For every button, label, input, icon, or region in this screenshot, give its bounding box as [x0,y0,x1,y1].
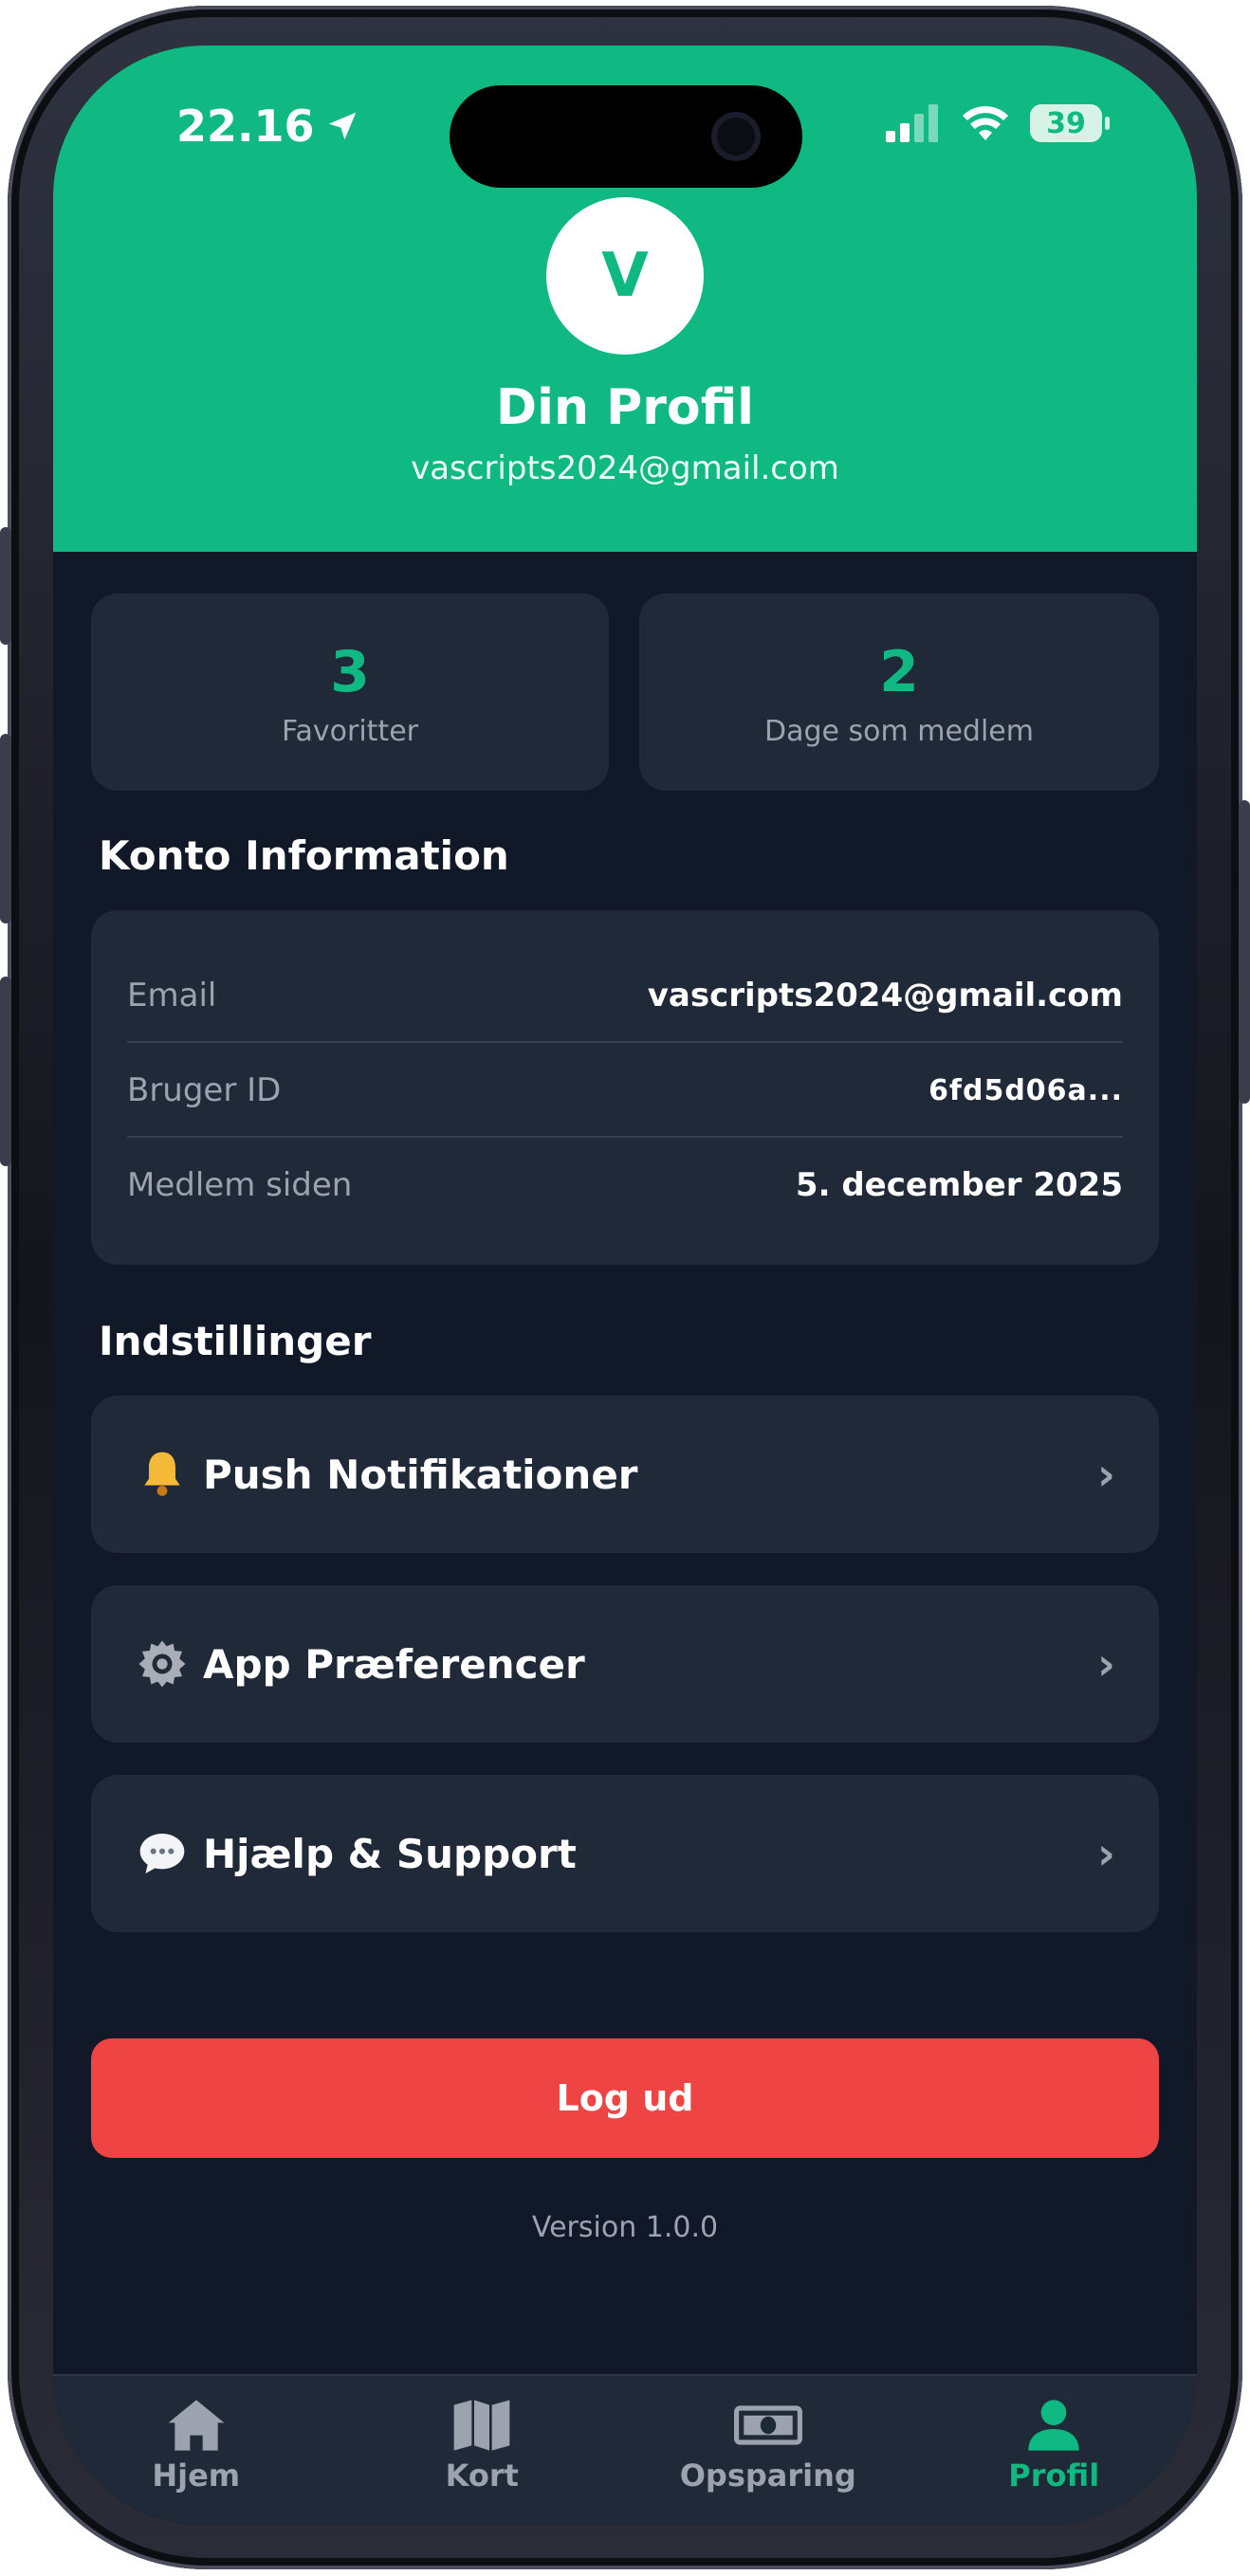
info-row-email: Email vascripts2024@gmail.com [127,948,1123,1043]
map-icon [453,2400,510,2451]
info-row-user-id: Bruger ID 6fd5d06a... [127,1043,1123,1138]
tab-label: Kort [445,2457,519,2494]
tab-profile[interactable]: Profil [911,2376,1198,2526]
info-value: vascripts2024@gmail.com [647,977,1123,1014]
cellular-signal-icon [886,104,938,142]
stat-value: 3 [330,639,370,705]
wifi-icon [963,106,1008,140]
volume-up-button [0,734,11,923]
tab-label: Opsparing [679,2457,856,2494]
battery-icon: 39 [1030,104,1110,142]
account-info-card: Email vascripts2024@gmail.com Bruger ID … [91,910,1159,1265]
person-icon [1028,2400,1079,2451]
chevron-right-icon: › [1097,1449,1115,1500]
power-button [1239,800,1250,1104]
gear-icon [133,1635,192,1693]
camera-icon [711,112,761,161]
stat-value: 2 [879,639,919,705]
status-time: 22.16 [176,100,360,152]
info-row-member-since: Medlem siden 5. december 2025 [127,1138,1123,1233]
setting-help-support[interactable]: Hjælp & Support › [91,1775,1159,1932]
stat-label: Favoritter [282,715,418,748]
volume-down-button [0,977,11,1166]
profile-header: 22.16 39 V Din Profil vascripts2024@gmai… [53,46,1197,552]
tab-savings[interactable]: Opsparing [625,2376,911,2526]
info-value: 6fd5d06a... [928,1073,1123,1107]
tab-map[interactable]: Kort [340,2376,626,2526]
version-text: Version 1.0.0 [531,2211,719,2244]
home-icon [168,2400,225,2451]
profile-email: vascripts2024@gmail.com [411,449,839,487]
chevron-right-icon: › [1097,1638,1115,1690]
info-value: 5. december 2025 [795,1166,1123,1204]
tab-label: Profil [1008,2457,1100,2494]
dynamic-island [450,85,802,188]
stat-card-favorites: 3 Favoritter [91,594,609,791]
status-icons: 39 [886,104,1110,142]
account-section-title: Konto Information [99,832,509,879]
chevron-right-icon: › [1097,1828,1115,1879]
screen: 22.16 39 V Din Profil vascripts2024@gmai… [53,46,1197,2526]
speech-bubble-icon [133,1824,192,1883]
setting-label: Push Notifikationer [203,1451,638,1498]
setting-app-preferences[interactable]: App Præferencer › [91,1585,1159,1743]
page-title: Din Profil [496,379,754,436]
info-label: Bruger ID [127,1071,282,1109]
battery-level: 39 [1046,106,1086,140]
info-label: Medlem siden [127,1166,353,1204]
setting-push-notifications[interactable]: Push Notifikationer › [91,1396,1159,1553]
tab-label: Hjem [152,2457,241,2494]
setting-label: Hjælp & Support [203,1830,577,1877]
bell-icon [133,1445,192,1504]
money-icon [733,2405,802,2445]
tab-bar: Hjem Kort Opsparing Profil [53,2374,1197,2526]
settings-section-title: Indstillinger [99,1318,372,1364]
avatar-initial: V [601,241,649,311]
stat-label: Dage som medlem [763,715,1034,748]
status-time-text: 22.16 [176,100,315,152]
info-label: Email [127,977,217,1014]
stat-card-member-days: 2 Dage som medlem [639,594,1159,791]
location-arrow-icon [328,112,356,140]
logout-button[interactable]: Log ud [91,2038,1159,2158]
avatar: V [546,197,704,355]
action-button [0,527,11,645]
setting-label: App Præferencer [203,1640,585,1688]
tab-home[interactable]: Hjem [53,2376,340,2526]
